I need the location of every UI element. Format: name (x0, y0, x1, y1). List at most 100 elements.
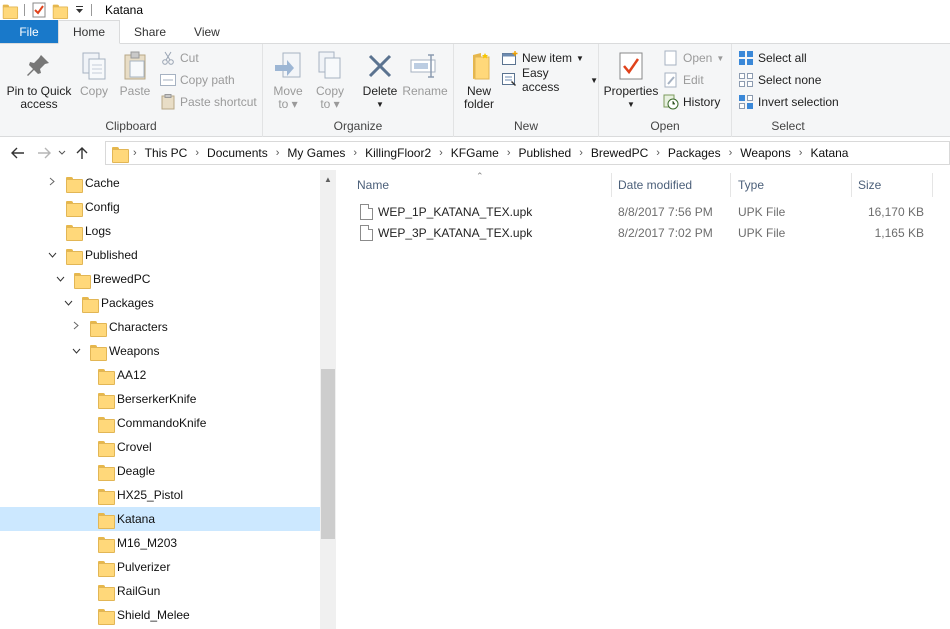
delete-button[interactable]: Delete ▼ (361, 50, 399, 111)
tree-item-label: Crovel (117, 440, 152, 454)
select-none-button[interactable]: Select none (738, 70, 821, 90)
recent-locations-chevron-icon[interactable] (55, 142, 69, 164)
tab-view[interactable]: View (180, 20, 234, 43)
tab-share[interactable]: Share (120, 20, 180, 43)
breadcrumb-item[interactable]: KillingFloor2 (363, 146, 433, 160)
tree-item[interactable]: Deagle (0, 459, 320, 483)
chevron-right-icon[interactable]: › (573, 147, 589, 159)
tree-item-label: BrewedPC (93, 272, 151, 286)
tree-item-label: Config (85, 200, 120, 214)
column-header-size[interactable]: Size (851, 173, 933, 197)
new-item-button[interactable]: New item ▼ (502, 48, 584, 68)
forward-arrow-icon[interactable] (33, 142, 55, 164)
chevron-right-icon[interactable]: › (650, 147, 666, 159)
navigation-pane-scrollbar[interactable]: ▲ (320, 170, 336, 629)
history-button[interactable]: History (663, 92, 720, 112)
tree-item[interactable]: RailGun (0, 579, 320, 603)
file-row[interactable]: WEP_3P_KATANA_TEX.upk 8/2/2017 7:02 PM UPK… (354, 223, 950, 244)
tree-item[interactable]: Crovel (0, 435, 320, 459)
invert-selection-icon (738, 94, 754, 110)
chevron-right-icon[interactable]: › (270, 147, 286, 159)
paste-shortcut-button[interactable]: Paste shortcut (160, 92, 257, 112)
folder-icon (98, 416, 115, 433)
tree-item[interactable]: AA12 (0, 363, 320, 387)
folder-icon (98, 440, 115, 457)
column-header-type[interactable]: Type (731, 173, 852, 197)
tree-item-label: CommandoKnife (117, 416, 207, 430)
expand-chevron-icon[interactable] (69, 321, 83, 333)
address-bar[interactable]: › This PC › Documents › My Games › KillingFloo… (105, 141, 950, 165)
file-type: UPK File (738, 226, 786, 240)
copy-path-button[interactable]: Copy path (160, 70, 235, 90)
breadcrumb-item[interactable]: This PC (143, 146, 190, 160)
collapse-chevron-icon[interactable] (45, 250, 59, 261)
folder-icon (66, 224, 83, 241)
column-header-name[interactable]: ⌃ Name (350, 171, 612, 197)
folder-icon (98, 368, 115, 385)
paste-button[interactable]: Paste (118, 50, 152, 98)
tree-item[interactable]: Config (0, 195, 320, 219)
tree-item[interactable]: Packages (0, 291, 320, 315)
edit-button[interactable]: Edit (663, 70, 704, 90)
new-folder-button[interactable]: New folder (460, 50, 498, 111)
properties-button[interactable]: Properties ▼ (603, 50, 659, 111)
tab-file[interactable]: File (0, 20, 58, 43)
expand-chevron-icon[interactable] (45, 177, 59, 189)
move-to-button[interactable]: Move to ▾ (271, 50, 305, 111)
rename-button[interactable]: Rename (402, 50, 448, 98)
breadcrumb-item[interactable]: My Games (285, 146, 347, 160)
collapse-chevron-icon[interactable] (61, 298, 75, 309)
easy-access-button[interactable]: Easy access ▼ (502, 66, 598, 94)
open-group-label: Open (650, 119, 680, 133)
tree-item[interactable]: Logs (0, 219, 320, 243)
tree-item[interactable]: BerserkerKnife (0, 387, 320, 411)
tree-item[interactable]: CommandoKnife (0, 411, 320, 435)
scroll-up-arrow-icon[interactable]: ▲ (320, 170, 336, 188)
chevron-right-icon[interactable]: › (793, 147, 809, 159)
copy-to-button[interactable]: Copy to ▾ (313, 50, 347, 111)
collapse-chevron-icon[interactable] (53, 274, 67, 285)
back-arrow-icon[interactable] (7, 142, 29, 164)
column-header-date-modified[interactable]: Date modified (611, 173, 731, 197)
tree-item[interactable]: M16_M203 (0, 531, 320, 555)
invert-selection-button[interactable]: Invert selection (738, 92, 839, 112)
chevron-right-icon[interactable]: › (347, 147, 363, 159)
breadcrumb-item[interactable]: BrewedPC (589, 146, 650, 160)
cut-button[interactable]: Cut (160, 48, 199, 68)
tree-item[interactable]: Cache (0, 171, 320, 195)
new-folder-icon[interactable] (52, 3, 69, 19)
chevron-right-icon[interactable]: › (723, 147, 739, 159)
select-all-button[interactable]: Select all (738, 48, 807, 68)
breadcrumb-item[interactable]: Published (516, 146, 573, 160)
properties-icon (615, 50, 647, 82)
properties-check-icon[interactable] (32, 2, 46, 18)
breadcrumb-item[interactable]: KFGame (449, 146, 501, 160)
breadcrumb-item[interactable]: Katana (808, 146, 850, 160)
pin-quick-access-button[interactable]: Pin to Quick access (4, 50, 74, 111)
tab-home[interactable]: Home (58, 20, 121, 44)
tree-item[interactable]: Characters (0, 315, 320, 339)
chevron-right-icon[interactable]: › (127, 147, 143, 159)
tree-item[interactable]: Weapons (0, 339, 320, 363)
ribbon-tabs: File Home Share View (0, 20, 950, 44)
file-row[interactable]: WEP_1P_KATANA_TEX.upk 8/8/2017 7:56 PM UPK… (354, 202, 950, 223)
tree-item[interactable]: HX25_Pistol (0, 483, 320, 507)
tree-item[interactable]: Pulverizer (0, 555, 320, 579)
breadcrumb-item[interactable]: Documents (205, 146, 270, 160)
breadcrumb-item[interactable]: Weapons (738, 146, 792, 160)
tree-item[interactable]: Published (0, 243, 320, 267)
breadcrumb-item[interactable]: Packages (666, 146, 723, 160)
tree-item[interactable]: Katana (0, 507, 320, 531)
scrollbar-thumb[interactable] (321, 369, 335, 539)
up-arrow-icon[interactable] (71, 142, 93, 164)
chevron-right-icon[interactable]: › (189, 147, 205, 159)
tree-item[interactable]: Shield_Melee (0, 603, 320, 627)
window-title: Katana (105, 3, 144, 17)
collapse-chevron-icon[interactable] (69, 346, 83, 357)
chevron-right-icon[interactable]: › (501, 147, 517, 159)
customize-qat-icon[interactable] (75, 5, 84, 15)
open-button[interactable]: Open ▼ (663, 48, 724, 68)
copy-button[interactable]: Copy (78, 50, 110, 98)
tree-item[interactable]: BrewedPC (0, 267, 320, 291)
chevron-right-icon[interactable]: › (433, 147, 449, 159)
